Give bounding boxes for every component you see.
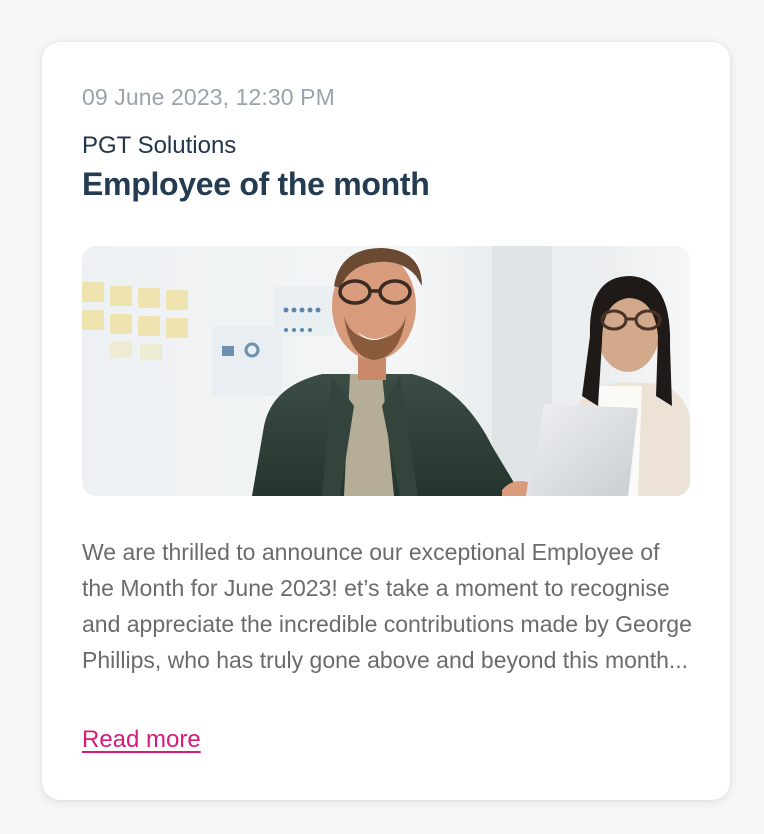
post-date: 09 June 2023, 12:30 PM: [82, 84, 335, 110]
news-card: 09 June 2023, 12:30 PM PGT Solutions Emp…: [42, 42, 730, 800]
post-excerpt: We are thrilled to announce our exceptio…: [82, 539, 692, 673]
company-name: PGT Solutions: [82, 132, 237, 159]
post-title: Employee of the month: [82, 166, 430, 202]
office-photo: [82, 246, 690, 496]
read-more-link[interactable]: Read more: [82, 726, 201, 754]
page: 09 June 2023, 12:30 PM PGT Solutions Emp…: [0, 0, 764, 834]
post-image: [82, 246, 690, 496]
